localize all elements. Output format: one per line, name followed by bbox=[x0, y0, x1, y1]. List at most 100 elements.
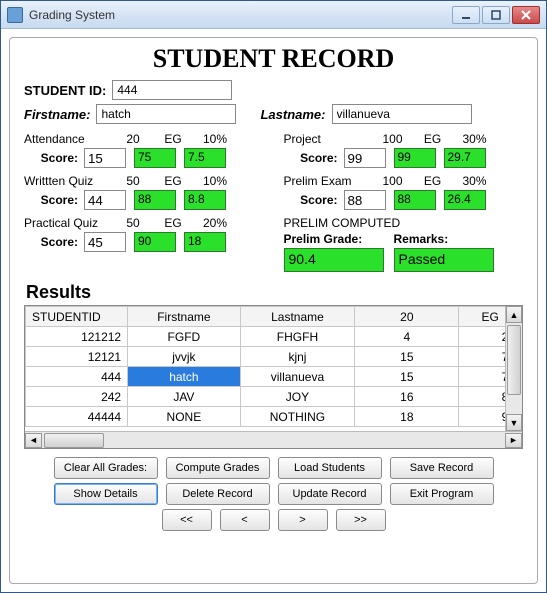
firstname-input[interactable] bbox=[96, 104, 236, 124]
col-studentid[interactable]: STUDENTID bbox=[26, 307, 128, 327]
first-record-button[interactable]: << bbox=[162, 509, 212, 531]
title-bar[interactable]: Grading System bbox=[1, 1, 546, 29]
written-score-input[interactable] bbox=[84, 190, 126, 210]
attendance-max: 20 bbox=[114, 132, 152, 146]
clear-all-button[interactable]: Clear All Grades: bbox=[54, 457, 158, 479]
client-area: STUDENT RECORD STUDENT ID: Firstname: La… bbox=[1, 29, 546, 592]
practical-egpct: 18 bbox=[184, 232, 226, 252]
written-pct: 10% bbox=[194, 174, 236, 188]
prelim-pct: 30% bbox=[454, 174, 496, 188]
written-eg: 88 bbox=[134, 190, 176, 210]
table-header-row[interactable]: STUDENTID Firstname Lastname 20 EG bbox=[26, 307, 522, 327]
main-panel: STUDENT RECORD STUDENT ID: Firstname: La… bbox=[9, 37, 538, 584]
update-record-button[interactable]: Update Record bbox=[278, 483, 382, 505]
exit-program-button[interactable]: Exit Program bbox=[390, 483, 494, 505]
next-record-button[interactable]: > bbox=[278, 509, 328, 531]
prelim-max: 100 bbox=[374, 174, 412, 188]
score-label: Score: bbox=[284, 193, 344, 207]
practical-max: 50 bbox=[114, 216, 152, 230]
page-title: STUDENT RECORD bbox=[24, 44, 523, 74]
project-pct: 30% bbox=[454, 132, 496, 146]
load-students-button[interactable]: Load Students bbox=[278, 457, 382, 479]
compute-grades-button[interactable]: Compute Grades bbox=[166, 457, 270, 479]
written-block: Writtten Quiz 50 EG 10% Score: 88 8.8 bbox=[24, 174, 264, 210]
practical-block: Practical Quiz 50 EG 20% Score: 90 18 bbox=[24, 216, 264, 252]
practical-eg: 90 bbox=[134, 232, 176, 252]
results-label: Results bbox=[26, 282, 523, 303]
col-firstname[interactable]: Firstname bbox=[128, 307, 241, 327]
score-label: Score: bbox=[24, 151, 84, 165]
attendance-egpct: 7.5 bbox=[184, 148, 226, 168]
practical-eg-label: EG bbox=[152, 216, 194, 230]
scroll-thumb[interactable] bbox=[44, 433, 104, 448]
scroll-down-icon[interactable]: ▼ bbox=[506, 414, 522, 431]
results-table[interactable]: STUDENTID Firstname Lastname 20 EG 12121… bbox=[25, 306, 522, 427]
prelim-title: Prelim Exam bbox=[284, 174, 374, 188]
attendance-title: Attendance bbox=[24, 132, 114, 146]
prelim-score-input[interactable] bbox=[344, 190, 386, 210]
project-max: 100 bbox=[374, 132, 412, 146]
score-label: Score: bbox=[24, 193, 84, 207]
prelim-grade-label: Prelim Grade: bbox=[284, 232, 384, 246]
col-lastname[interactable]: Lastname bbox=[240, 307, 355, 327]
table-row[interactable]: 12121 jvvjk kjnj 15 75 bbox=[26, 347, 522, 367]
app-icon bbox=[7, 7, 23, 23]
written-eg-label: EG bbox=[152, 174, 194, 188]
computed-block: PRELIM COMPUTED Prelim Grade: Remarks: 9… bbox=[284, 216, 524, 272]
prelim-computed-label: PRELIM COMPUTED bbox=[284, 216, 524, 230]
scroll-right-icon[interactable]: ► bbox=[505, 433, 522, 448]
vertical-scrollbar[interactable]: ▲ ▼ bbox=[505, 306, 522, 431]
attendance-score-input[interactable] bbox=[84, 148, 126, 168]
prelim-eg: 88 bbox=[394, 190, 436, 210]
table-row[interactable]: 121212 FGFD FHGFH 4 20 bbox=[26, 327, 522, 347]
remarks-value: Passed bbox=[394, 248, 494, 272]
last-record-button[interactable]: >> bbox=[336, 509, 386, 531]
maximize-button[interactable] bbox=[482, 6, 510, 24]
lastname-input[interactable] bbox=[332, 104, 472, 124]
scroll-thumb[interactable] bbox=[507, 325, 521, 395]
score-label: Score: bbox=[284, 151, 344, 165]
attendance-pct: 10% bbox=[194, 132, 236, 146]
written-max: 50 bbox=[114, 174, 152, 188]
horizontal-scrollbar[interactable]: ◄ ► bbox=[25, 431, 522, 448]
lastname-label: Lastname: bbox=[260, 107, 325, 122]
prev-record-button[interactable]: < bbox=[220, 509, 270, 531]
project-eg: 99 bbox=[394, 148, 436, 168]
project-score-input[interactable] bbox=[344, 148, 386, 168]
prelim-grade-value: 90.4 bbox=[284, 248, 384, 272]
scroll-left-icon[interactable]: ◄ bbox=[25, 433, 42, 448]
attendance-eg: 75 bbox=[134, 148, 176, 168]
remarks-label: Remarks: bbox=[394, 232, 449, 246]
prelim-eg-label: EG bbox=[412, 174, 454, 188]
student-id-input[interactable] bbox=[112, 80, 232, 100]
table-row-selected[interactable]: 444 hatch villanueva 15 75 bbox=[26, 367, 522, 387]
practical-score-input[interactable] bbox=[84, 232, 126, 252]
attendance-block: Attendance 20 EG 10% Score: 75 7.5 bbox=[24, 132, 264, 168]
student-id-label: STUDENT ID: bbox=[24, 83, 106, 98]
delete-record-button[interactable]: Delete Record bbox=[166, 483, 270, 505]
scroll-up-icon[interactable]: ▲ bbox=[506, 306, 522, 323]
results-grid[interactable]: STUDENTID Firstname Lastname 20 EG 12121… bbox=[24, 305, 523, 449]
col-20[interactable]: 20 bbox=[355, 307, 459, 327]
app-window: Grading System STUDENT RECORD STUDENT ID… bbox=[0, 0, 547, 593]
prelim-block: Prelim Exam 100 EG 30% Score: 88 26.4 bbox=[284, 174, 524, 210]
table-row[interactable]: 44444 NONE NOTHING 18 90 bbox=[26, 407, 522, 427]
prelim-egpct: 26.4 bbox=[444, 190, 486, 210]
project-egpct: 29.7 bbox=[444, 148, 486, 168]
button-panel: Clear All Grades: Compute Grades Load St… bbox=[24, 457, 523, 531]
practical-pct: 20% bbox=[194, 216, 236, 230]
show-details-button[interactable]: Show Details bbox=[54, 483, 158, 505]
minimize-button[interactable] bbox=[452, 6, 480, 24]
save-record-button[interactable]: Save Record bbox=[390, 457, 494, 479]
table-row[interactable]: 242 JAV JOY 16 80 bbox=[26, 387, 522, 407]
close-button[interactable] bbox=[512, 6, 540, 24]
attendance-eg-label: EG bbox=[152, 132, 194, 146]
practical-title: Practical Quiz bbox=[24, 216, 114, 230]
written-title: Writtten Quiz bbox=[24, 174, 114, 188]
project-eg-label: EG bbox=[412, 132, 454, 146]
firstname-label: Firstname: bbox=[24, 107, 90, 122]
window-title: Grading System bbox=[29, 8, 452, 22]
score-label: Score: bbox=[24, 235, 84, 249]
project-title: Project bbox=[284, 132, 374, 146]
project-block: Project 100 EG 30% Score: 99 29.7 bbox=[284, 132, 524, 168]
